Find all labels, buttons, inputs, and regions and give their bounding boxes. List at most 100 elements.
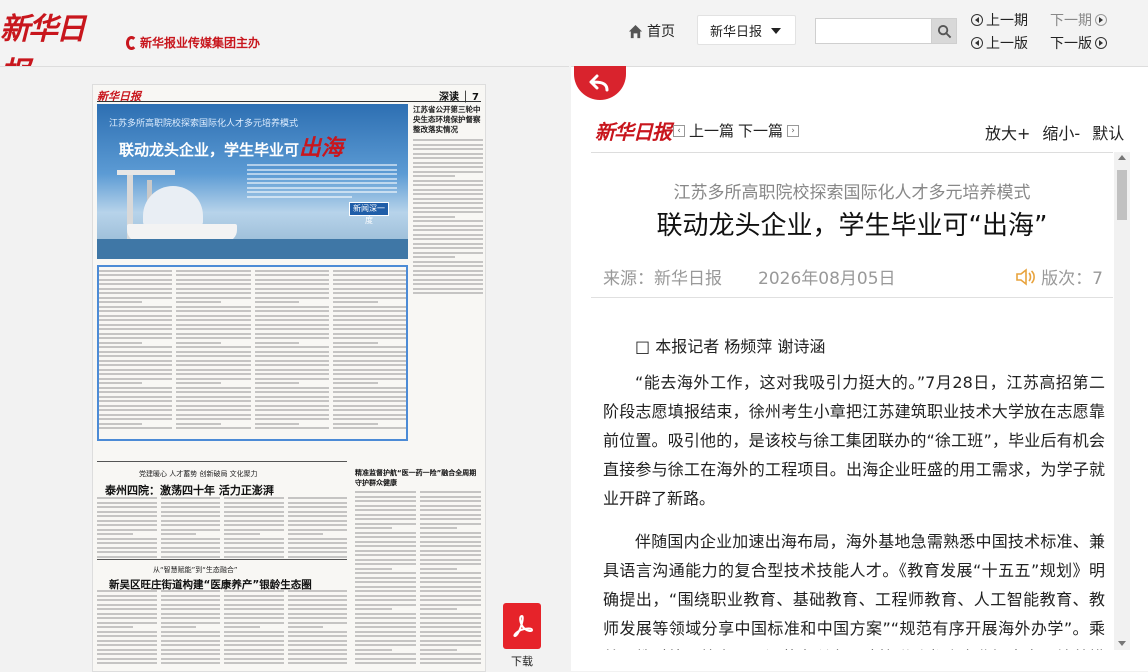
text-line [333,292,408,294]
text-line [97,310,172,312]
brand-logo[interactable]: 新华日报 [0,8,110,91]
text-line [413,197,483,200]
text-line [97,287,172,290]
newspaper-page-image[interactable]: 新华日报 深读 │ 7 江苏多所高职院校探索国际化人才多元培养模式 联动龙头企业… [92,84,486,672]
search-button[interactable] [931,18,957,44]
next-article-link[interactable]: 下一篇 [738,120,783,141]
text-line [224,635,284,637]
text-line [333,265,408,267]
text-line [160,630,220,633]
text-line [420,495,481,498]
home-link[interactable]: 首页 [628,18,675,44]
text-line [254,418,330,420]
newspaper-select-value: 新华日报 [710,24,763,40]
text-line [97,274,172,276]
text-line [420,522,481,525]
text-line [420,504,481,507]
text-line [254,341,300,344]
article-scrollbar[interactable] [1114,152,1130,650]
text-line [355,563,416,565]
chevron-right-icon[interactable]: › [787,124,800,137]
back-arrow-icon [589,74,609,92]
text-line [175,265,251,267]
pdf-download-button[interactable]: 下载 [500,603,544,669]
text-column [160,590,220,670]
text-line [97,515,157,517]
text-line [355,644,416,646]
zoom-in-button[interactable]: 放大+ [985,120,1030,144]
text-line [97,373,172,375]
next-page-link[interactable]: 下一版 [1050,33,1107,53]
prev-page-link[interactable]: 上一版 [971,33,1028,53]
next-issue-link[interactable]: 下一期 [1050,10,1107,30]
text-line [333,350,408,353]
text-line [355,617,416,619]
text-line [287,635,347,637]
text-line [254,409,330,411]
text-line [333,341,379,344]
lower-headline-3[interactable]: 精准监督护航“医一药一险”融合全周期守护群众健康 [355,468,481,488]
text-line [254,400,330,402]
text-line [287,603,347,606]
lower-article-3-columns [355,491,481,669]
text-line [413,260,483,263]
text-line [175,404,251,407]
text-column [420,491,481,669]
hero-title-accent: 出海 [299,135,344,161]
text-line [420,509,481,511]
article-source: 来源：新华日报 [603,269,722,289]
text-line [254,310,330,312]
prev-issue-link[interactable]: 上一期 [971,10,1028,30]
text-column [254,265,330,435]
text-line [413,220,483,222]
text-line [160,533,197,535]
text-line [97,332,172,335]
text-line [175,283,251,285]
text-line [254,355,330,357]
text-line [175,341,221,344]
text-line [413,233,483,236]
text-line [355,522,416,525]
text-line [333,373,408,375]
text-line [355,536,416,538]
text-line [355,527,392,529]
text-line [254,386,330,389]
text-line [333,346,408,348]
search-input[interactable] [815,18,931,44]
text-line [333,391,408,393]
text-line [355,518,416,520]
newspaper-select[interactable]: 新华日报 [697,15,796,45]
text-line [97,413,172,416]
text-line [224,657,284,660]
text-line [254,269,330,272]
zoom-default-button[interactable]: 默认 [1092,120,1124,144]
hero-article-area[interactable]: 江苏多所高职院校探索国际化人才多元培养模式 联动龙头企业，学生毕业可出海 新闻深… [97,104,408,259]
text-line [333,355,408,357]
brand-subtitle-text: 新华报业传媒集团主办 [139,36,260,50]
text-column [287,590,347,670]
text-line [160,542,220,544]
article-nav: ‹ 上一篇 下一篇 › [673,120,800,141]
text-line [413,184,483,186]
text-line [97,427,172,429]
text-line [97,400,172,402]
lower-headline-1[interactable]: 泰州四院：激荡四十年 活力正澎湃 [105,482,325,498]
chevron-left-icon[interactable]: ‹ [673,124,685,137]
scroll-down-icon[interactable] [1118,641,1126,646]
zoom-out-button[interactable]: 缩小- [1042,120,1080,144]
scroll-up-icon[interactable] [1118,155,1126,160]
text-line [175,368,251,371]
text-line [175,346,251,348]
scrollbar-thumb[interactable] [1117,170,1127,220]
text-line [254,395,330,398]
text-line [420,536,481,538]
text-line [333,337,408,339]
text-line [333,328,408,330]
text-line [333,422,379,425]
page-view-panel: 新华日报 深读 │ 7 江苏多所高职院校探索国际化人才多元培养模式 联动龙头企业… [0,66,569,672]
side-article-area[interactable]: 江苏省公开第三轮中央生态环境保护督察整改落实情况 [413,105,483,435]
speaker-icon[interactable] [1015,267,1037,287]
text-line [160,506,220,508]
text-line [333,305,408,308]
prev-article-link[interactable]: 上一篇 [689,120,734,141]
